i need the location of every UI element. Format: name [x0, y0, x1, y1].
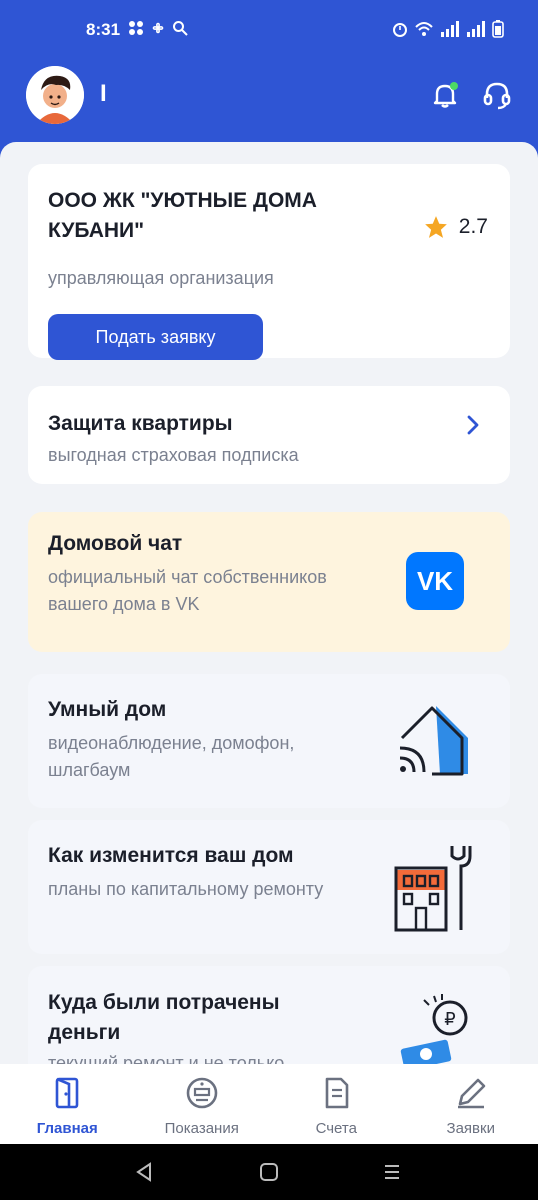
chat-title: Домовой чат	[48, 532, 183, 555]
capital-repair-card[interactable]: Как изменится ваш дом планы по капитальн…	[28, 820, 510, 954]
wifi-icon	[415, 22, 433, 36]
smart-home-icon	[399, 706, 468, 776]
signal-icon	[441, 21, 459, 37]
org-rating: 2.7	[423, 214, 488, 240]
submit-request-button[interactable]: Подать заявку	[48, 314, 263, 360]
chat-subtitle: официальный чат собственников вашего дом…	[48, 567, 327, 614]
spending-title: Куда были потрачены деньги	[48, 991, 280, 1044]
main-content: ООО ЖК "УЮТНЫЕ ДОМА КУБАНИ" управляющая …	[0, 142, 538, 1064]
smart-home-title: Умный дом	[48, 698, 167, 721]
status-right-icons	[392, 20, 504, 38]
spending-card[interactable]: Куда были потрачены деньги текущий ремон…	[28, 966, 510, 1064]
headset-icon[interactable]	[482, 80, 512, 110]
org-title: ООО ЖК "УЮТНЫЕ ДОМА КУБАНИ"	[48, 189, 317, 242]
money-icon: ₽	[400, 994, 468, 1064]
status-bar: 8:31	[0, 0, 538, 62]
search-icon	[173, 21, 188, 36]
rating-value: 2.7	[458, 215, 488, 238]
status-left-icons	[128, 20, 188, 36]
chevron-right-icon	[467, 415, 479, 435]
battery-icon	[492, 20, 504, 38]
grid-icon	[129, 21, 143, 35]
house-chat-card[interactable]: Домовой чат официальный чат собственнико…	[28, 512, 510, 652]
insurance-title: Защита квартиры	[48, 412, 233, 435]
fan-icon	[152, 22, 164, 34]
svg-text:₽: ₽	[444, 1009, 455, 1030]
tab-readings-label: Показания	[164, 1120, 239, 1137]
status-time: 8:31	[86, 20, 121, 39]
app-header: I	[0, 62, 538, 142]
avatar[interactable]	[26, 66, 84, 124]
bell-icon[interactable]	[430, 80, 460, 110]
repair-title: Как изменится ваш дом	[48, 844, 294, 867]
building-wrench-icon	[394, 846, 472, 932]
back-icon[interactable]	[132, 1160, 156, 1184]
tab-home-label: Главная	[36, 1120, 98, 1137]
bottom-tab-bar: Главная Показания Счета Заявки	[0, 1064, 538, 1144]
insurance-card[interactable]: Защита квартиры выгодная страховая подпи…	[28, 386, 510, 484]
tab-requests-label: Заявки	[446, 1120, 495, 1137]
meter-icon	[186, 1077, 218, 1109]
signal-icon-2	[467, 21, 485, 37]
star-icon	[424, 216, 447, 238]
vk-icon: VK	[406, 552, 464, 610]
tab-home[interactable]: Главная	[0, 1064, 135, 1144]
org-subtitle: управляющая организация	[48, 268, 274, 288]
recents-icon[interactable]	[380, 1160, 404, 1184]
org-card[interactable]: ООО ЖК "УЮТНЫЕ ДОМА КУБАНИ" управляющая …	[28, 164, 510, 360]
smart-home-card[interactable]: Умный дом видеонаблюдение, домофон, шлаг…	[28, 674, 510, 808]
home-nav-icon[interactable]	[257, 1160, 281, 1184]
tab-bills-label: Счета	[315, 1120, 357, 1137]
spending-subtitle: текущий ремонт и не только	[48, 1053, 285, 1064]
tab-bills[interactable]: Счета	[269, 1064, 404, 1144]
user-name: I	[100, 80, 107, 107]
insurance-subtitle: выгодная страховая подписка	[48, 445, 299, 465]
receipt-icon	[325, 1077, 349, 1109]
door-icon	[55, 1077, 79, 1109]
repair-subtitle: планы по капитальному ремонту	[48, 879, 324, 899]
smart-home-subtitle: видеонаблюдение, домофон, шлагбаум	[48, 733, 295, 780]
alarm-icon	[393, 23, 407, 37]
tab-readings[interactable]: Показания	[135, 1064, 270, 1144]
tab-requests[interactable]: Заявки	[404, 1064, 538, 1144]
pencil-icon	[457, 1078, 486, 1109]
system-nav-bar	[0, 1144, 538, 1200]
